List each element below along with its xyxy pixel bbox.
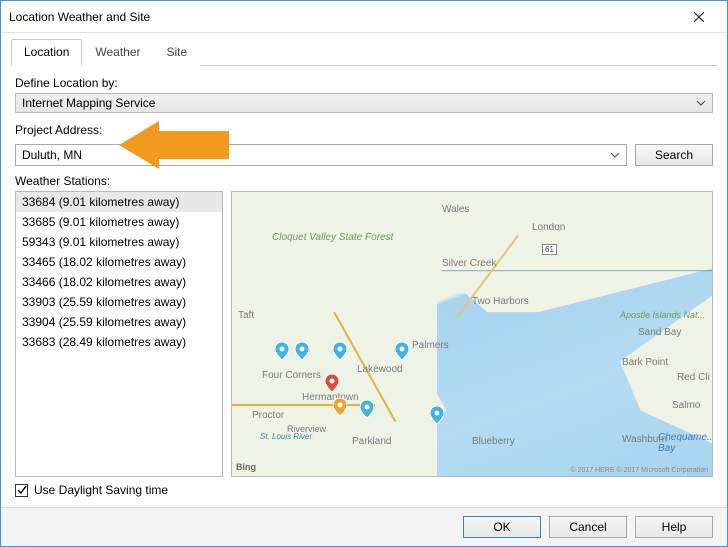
project-address-value: Duluth, MN: [22, 148, 82, 162]
map-place-label: Proctor: [252, 410, 284, 421]
map-place-label: Palmers: [412, 340, 449, 351]
close-button[interactable]: [679, 3, 719, 31]
list-item[interactable]: 33903 (25.59 kilometres away): [16, 292, 222, 312]
map-pin-orange-icon[interactable]: [333, 398, 347, 416]
road-badge: 61: [542, 244, 557, 255]
list-item[interactable]: 33465 (18.02 kilometres away): [16, 252, 222, 272]
map-place-label: Parkland: [352, 436, 391, 447]
map-view[interactable]: Wales London Cloquet Valley State Forest…: [231, 191, 713, 477]
map-place-label: Two Harbors: [472, 296, 529, 307]
project-address-input[interactable]: Duluth, MN: [15, 144, 627, 166]
map-pin-icon[interactable]: [395, 342, 409, 360]
map-place-label: London: [532, 222, 565, 233]
daylight-saving-label: Use Daylight Saving time: [34, 483, 168, 497]
dialog-footer: OK Cancel Help: [1, 507, 727, 546]
map-pin-icon[interactable]: [430, 406, 444, 424]
map-place-label: Silver Creek: [442, 258, 496, 269]
weather-stations-label: Weather Stations:: [15, 174, 713, 188]
chevron-down-icon: [610, 152, 620, 158]
daylight-saving-checkbox[interactable]: [15, 484, 28, 497]
define-location-combo[interactable]: Internet Mapping Service: [15, 93, 713, 113]
dialog-window: Location Weather and Site Location Weath…: [0, 0, 728, 547]
define-location-label: Define Location by:: [15, 76, 713, 90]
list-item[interactable]: 59343 (9.01 kilometres away): [16, 232, 222, 252]
list-item[interactable]: 33684 (9.01 kilometres away): [16, 192, 222, 212]
titlebar: Location Weather and Site: [1, 1, 727, 33]
map-pin-icon[interactable]: [360, 400, 374, 418]
map-place-label: Apostle Islands Nat...: [620, 310, 705, 320]
map-place-label: Lakewood: [357, 364, 403, 375]
project-address-label: Project Address:: [15, 123, 713, 137]
weather-stations-list[interactable]: 33684 (9.01 kilometres away) 33685 (9.01…: [15, 191, 223, 477]
map-place-label: Blueberry: [472, 436, 515, 447]
list-item[interactable]: 33466 (18.02 kilometres away): [16, 272, 222, 292]
list-item[interactable]: 33683 (28.49 kilometres away): [16, 332, 222, 352]
tab-strip: Location Weather Site: [1, 33, 727, 66]
tab-weather[interactable]: Weather: [82, 39, 153, 66]
map-attribution-bing: Bing: [236, 462, 256, 472]
define-location-value: Internet Mapping Service: [22, 96, 155, 110]
search-button[interactable]: Search: [635, 144, 713, 166]
map-place-label: St. Louis River: [260, 432, 312, 441]
map-pin-icon[interactable]: [333, 342, 347, 360]
tab-location[interactable]: Location: [11, 39, 82, 66]
tab-content: Define Location by: Internet Mapping Ser…: [1, 66, 727, 507]
map-copyright: © 2017 HERE © 2017 Microsoft Corporation: [570, 467, 708, 474]
map-place-label: Hermantown: [302, 392, 359, 403]
tab-site[interactable]: Site: [154, 39, 201, 66]
list-item[interactable]: 33904 (25.59 kilometres away): [16, 312, 222, 332]
map-pin-selected-icon[interactable]: [325, 374, 339, 392]
help-button[interactable]: Help: [635, 516, 713, 538]
map-place-label: Wales: [442, 204, 469, 215]
list-item[interactable]: 33685 (9.01 kilometres away): [16, 212, 222, 232]
ok-button[interactable]: OK: [463, 516, 541, 538]
window-title: Location Weather and Site: [9, 10, 679, 24]
map-place-label: Four Corners: [262, 370, 321, 381]
map-place-label: Bark Point: [622, 357, 668, 368]
map-pin-icon[interactable]: [275, 342, 289, 360]
map-place-label: Chequame... Bay: [658, 432, 713, 454]
map-pin-icon[interactable]: [295, 342, 309, 360]
chevron-down-icon: [696, 100, 706, 106]
cancel-button[interactable]: Cancel: [549, 516, 627, 538]
map-place-label: Cloquet Valley State Forest: [272, 232, 393, 243]
map-place-label: Red Cli: [677, 372, 710, 383]
map-place-label: Salmo: [672, 400, 700, 411]
map-place-label: Taft: [238, 310, 254, 321]
map-place-label: Sand Bay: [638, 327, 681, 338]
